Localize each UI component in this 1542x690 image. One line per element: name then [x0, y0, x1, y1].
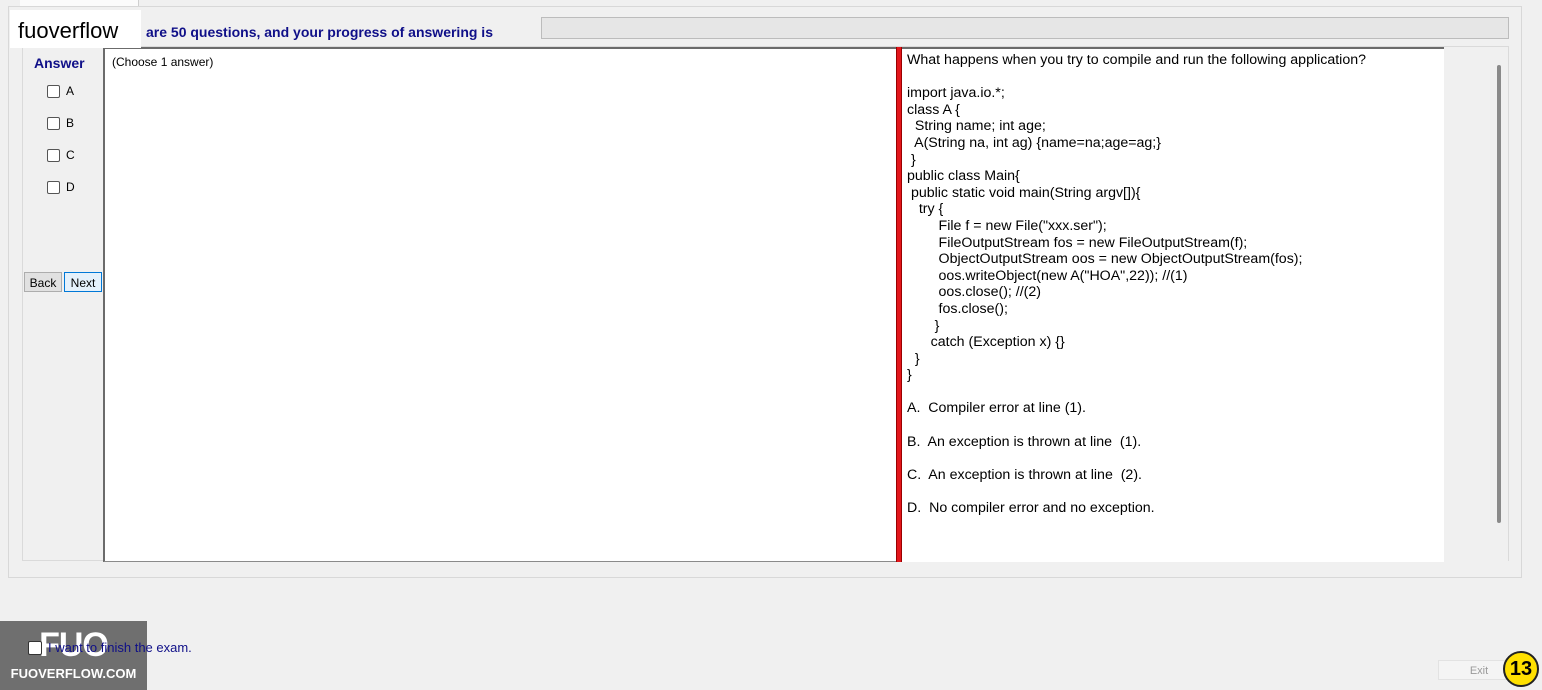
option-b-checkbox[interactable]: B: [47, 116, 74, 130]
progress-bar: [541, 17, 1509, 39]
option-label: A: [66, 84, 75, 98]
checkbox-box[interactable]: [28, 640, 42, 655]
back-button[interactable]: Back: [24, 272, 62, 292]
answer-title: Answer: [34, 55, 85, 71]
option-d-checkbox[interactable]: D: [47, 180, 75, 194]
scrollbar-thumb[interactable]: [1497, 65, 1501, 523]
question-pane: What happens when you try to compile and…: [902, 47, 1444, 562]
checkbox-box[interactable]: [47, 84, 60, 98]
watermark-text: FUOVERFLOW.COM: [10, 666, 137, 681]
option-a-checkbox[interactable]: A: [47, 84, 74, 98]
option-label: C: [66, 148, 75, 162]
option-label: B: [66, 116, 75, 130]
next-button[interactable]: Next: [64, 272, 102, 292]
checkbox-box[interactable]: [47, 180, 60, 194]
finish-exam-checkbox[interactable]: I want to finish the exam.: [28, 640, 192, 655]
checkbox-box[interactable]: [47, 148, 60, 162]
checkbox-box[interactable]: [47, 116, 60, 130]
fuoverflow-watermark: FUO FUOVERFLOW.COM: [0, 621, 147, 690]
brand-label: fuoverflow: [10, 10, 141, 48]
progress-label: are 50 questions, and your progress of a…: [146, 24, 493, 40]
answer-pane: (Choose 1 answer): [103, 47, 897, 562]
question-text: What happens when you try to compile and…: [907, 52, 1367, 517]
choose-hint: (Choose 1 answer): [112, 55, 214, 69]
finish-label: I want to finish the exam.: [48, 640, 192, 655]
option-c-checkbox[interactable]: C: [47, 148, 75, 162]
page-number-badge: 13: [1503, 651, 1539, 687]
option-label: D: [66, 180, 75, 194]
